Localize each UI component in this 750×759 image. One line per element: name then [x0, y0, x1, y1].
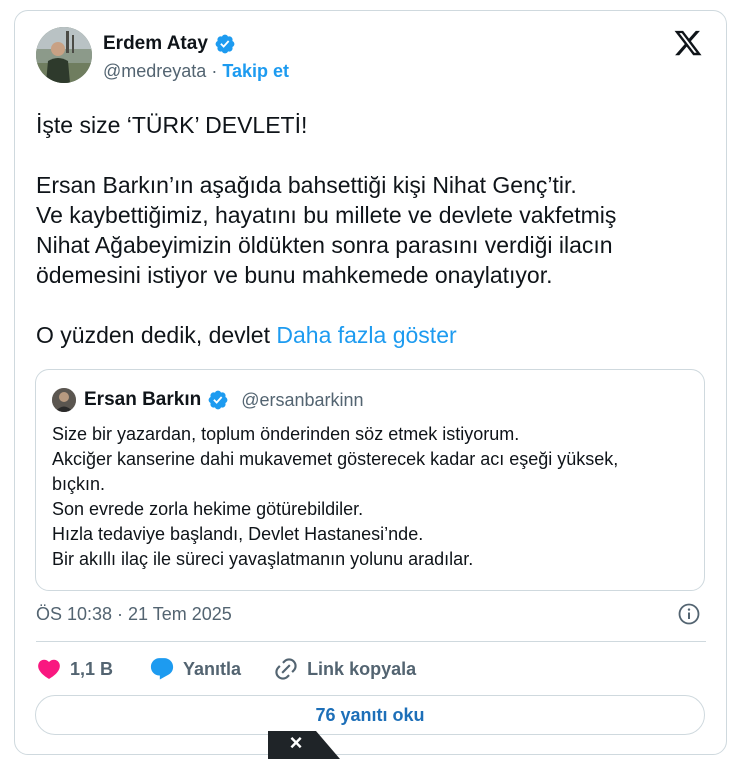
divider: [36, 641, 706, 642]
reply-bubble-icon: [150, 658, 174, 680]
quoted-line: Size bir yazardan, toplum önderinden söz…: [52, 424, 520, 444]
verified-badge-icon: [214, 33, 236, 55]
author-subline: @medreyata · Takip et: [103, 61, 289, 82]
read-replies-button[interactable]: 76 yanıtı oku: [35, 695, 705, 735]
follow-button[interactable]: Takip et: [222, 61, 289, 82]
quoted-line: Hızla tedaviye başlandı, Devlet Hastanes…: [52, 524, 424, 544]
quoted-line: Son evrede zorla hekime götürebildiler.: [52, 499, 364, 519]
quoted-tweet-text: Size bir yazardan, toplum önderinden söz…: [52, 422, 692, 572]
author-name-text[interactable]: Erdem Atay: [103, 33, 208, 55]
quoted-line: bıçkın.: [52, 474, 106, 494]
close-tab[interactable]: ×: [268, 731, 340, 759]
reply-label: Yanıtla: [183, 658, 242, 679]
quoted-author-avatar[interactable]: [52, 388, 76, 412]
action-bar: 1,1 B Yanıtla Link kopyala: [36, 656, 416, 682]
heart-icon: [38, 659, 60, 679]
author-name[interactable]: Erdem Atay: [103, 33, 236, 55]
tweet-line: İşte size ‘TÜRK’ DEVLETİ!: [36, 112, 308, 138]
tweet-line: O yüzden dedik, devlet: [36, 322, 270, 348]
tweet-line: Ve kaybettiğimiz, hayatını bu millete ve…: [36, 202, 617, 228]
quoted-author-name[interactable]: Ersan Barkın: [84, 389, 201, 411]
like-button[interactable]: 1,1 B: [36, 656, 113, 682]
quoted-author-handle[interactable]: @ersanbarkinn: [241, 390, 363, 411]
close-icon[interactable]: ×: [285, 731, 307, 757]
author-handle[interactable]: @medreyata: [103, 61, 206, 82]
tweet-line: Ersan Barkın’ın aşağıda bahsettiği kişi …: [36, 172, 577, 198]
separator-dot: ·: [211, 61, 218, 81]
copy-link-label: Link kopyala: [307, 658, 417, 679]
link-icon: [275, 658, 297, 680]
tweet-timestamp[interactable]: ÖS 10:38 · 21 Tem 2025: [36, 604, 232, 625]
like-count: 1,1 B: [70, 658, 114, 679]
tweet-line-last: O yüzden dedik, devlet Daha fazla göster: [36, 320, 716, 350]
quoted-line: Akciğer kanserine dahi mukavemet göstere…: [52, 449, 619, 469]
x-logo-icon[interactable]: [673, 28, 703, 58]
show-more-link[interactable]: Daha fazla göster: [276, 322, 456, 348]
quoted-tweet[interactable]: Ersan Barkın @ersanbarkinn Size bir yaza…: [35, 369, 705, 591]
reply-button[interactable]: Yanıtla: [149, 656, 241, 682]
tweet-line: Nihat Ağabeyimizin öldükten sonra parası…: [36, 232, 613, 258]
tweet-line: ödemesini istiyor ve bunu mahkemede onay…: [36, 262, 553, 288]
tweet-text: İşte size ‘TÜRK’ DEVLETİ! Ersan Barkın’ı…: [36, 110, 716, 350]
info-icon[interactable]: [677, 602, 701, 626]
quoted-line: Bir akıllı ilaç ile süreci yavaşlatmanın…: [52, 549, 474, 569]
copy-link-button[interactable]: Link kopyala: [273, 656, 416, 682]
author-avatar[interactable]: [36, 27, 92, 83]
quoted-author[interactable]: Ersan Barkın @ersanbarkinn: [84, 389, 364, 411]
verified-badge-icon: [207, 389, 229, 411]
